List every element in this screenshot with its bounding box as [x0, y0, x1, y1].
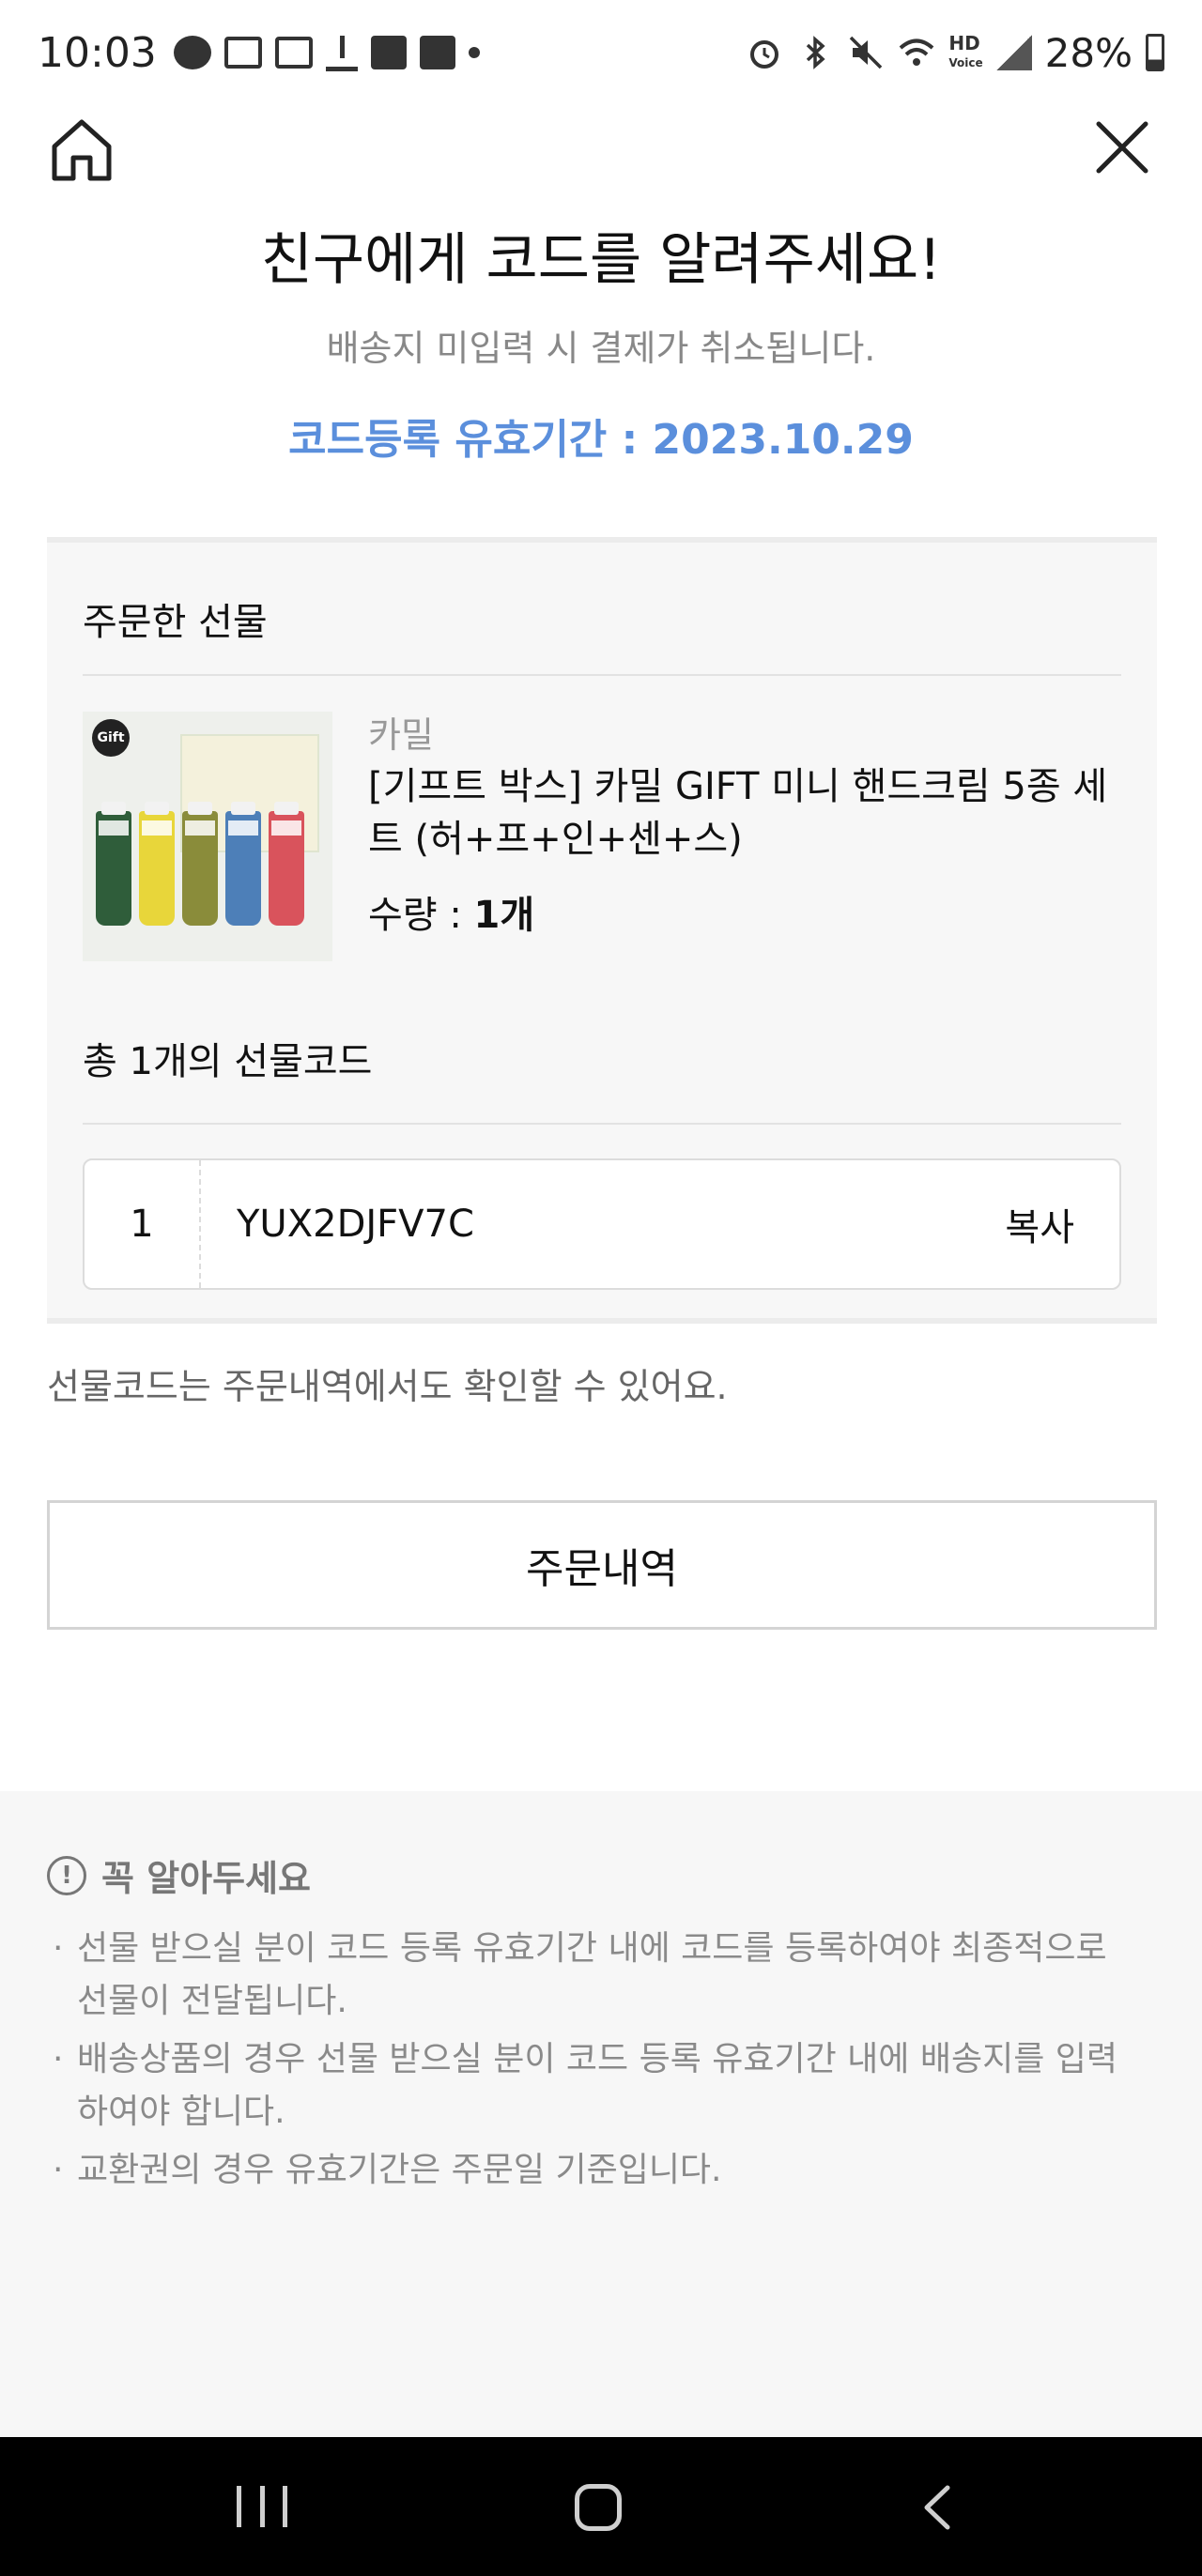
home-icon [52, 119, 112, 181]
gift-badge: Gift [92, 719, 130, 757]
product-name: [기프트 박스] 카밀 GIFT 미니 핸드크림 5종 세트 (허+프+인+센+… [368, 765, 1108, 861]
product-quantity: 수량 : 1개 [368, 894, 535, 937]
gift-code-row: 1 YUX2DJFV7C 복사 [83, 1158, 1121, 1290]
notice-section: ! 꼭 알아두세요 선물 받으실 분이 코드 등록 유효기간 내에 코드를 등록… [0, 1791, 1202, 2437]
info-icon: ! [47, 1855, 86, 1895]
wifi-icon [898, 34, 935, 71]
app-notification-icon [223, 37, 262, 69]
navigation-bar [0, 2437, 1202, 2576]
notification-icons [173, 34, 480, 71]
notice-list: 선물 받으실 분이 코드 등록 유효기간 내에 코드를 등록하여야 최종적으로 … [53, 1923, 1133, 2202]
close-icon [1096, 121, 1148, 174]
wallet-icon [274, 37, 313, 69]
tube-illustration [182, 802, 218, 926]
chat-icon [173, 36, 211, 69]
divider [83, 674, 1121, 676]
home-button[interactable] [47, 115, 116, 184]
alarm-icon [746, 34, 783, 71]
board-icon [419, 36, 455, 69]
battery-icon [1146, 34, 1164, 71]
product-brand: 카밀 [368, 714, 434, 756]
page-title: 친구에게 코드를 알려주세요! [260, 227, 942, 293]
ordered-gift-panel: 주문한 선물 Gift 카밀 [기프트 박스] 카밀 GIFT 미니 핸드크림 … [47, 537, 1157, 1324]
recent-apps-icon [237, 2486, 241, 2527]
tube-illustration [269, 802, 304, 926]
download-icon [325, 34, 358, 71]
bluetooth-icon [796, 34, 834, 71]
ordered-gift-title: 주문한 선물 [83, 601, 268, 644]
page-subtitle: 배송지 미입력 시 결제가 취소됩니다. [326, 328, 876, 369]
gift-code-index: 1 [85, 1160, 201, 1288]
tube-illustration [139, 802, 175, 926]
tube-illustration [225, 802, 261, 926]
notice-item: 선물 받으실 분이 코드 등록 유효기간 내에 코드를 등록하여야 최종적으로 … [53, 1923, 1133, 2028]
close-button[interactable] [1089, 115, 1155, 180]
status-bar: 10:03 HD Voice 28% [0, 0, 1202, 105]
divider [83, 1123, 1121, 1125]
product-image: Gift [83, 712, 332, 961]
home-nav-button[interactable] [575, 2484, 622, 2531]
status-time: 10:03 [38, 28, 157, 77]
mute-icon [847, 34, 885, 71]
notice-item: 배송상품의 경우 선물 받으실 분이 코드 등록 유효기간 내에 배송지를 입력… [53, 2033, 1133, 2139]
notice-header: ! 꼭 알아두세요 [47, 1849, 311, 1901]
recent-apps-button[interactable] [237, 2486, 287, 2527]
gift-code-value: YUX2DJFV7C [237, 1203, 474, 1246]
code-validity-date: 코드등록 유효기간 : 2023.10.29 [288, 416, 914, 464]
image-icon [370, 36, 407, 69]
gift-code-count: 총 1개의 선물코드 [83, 1040, 373, 1083]
signal-icon [995, 35, 1032, 70]
notice-title: 꼭 알아두세요 [101, 1858, 311, 1899]
copy-code-button[interactable]: 복사 [986, 1197, 1119, 1251]
battery-percent: 28% [1044, 29, 1133, 76]
more-notifications-dot-icon [468, 47, 480, 58]
back-icon [924, 2485, 950, 2530]
back-button[interactable] [916, 2484, 961, 2531]
system-icons: HD Voice 28% [746, 30, 1164, 76]
hd-voice-icon: HD Voice [948, 31, 983, 69]
tube-illustration [96, 802, 131, 926]
notice-item: 교환권의 경우 유효기간은 주문일 기준입니다. [53, 2144, 1133, 2197]
order-history-button[interactable]: 주문내역 [47, 1500, 1157, 1630]
gift-code-note: 선물코드는 주문내역에서도 확인할 수 있어요. [47, 1366, 728, 1407]
